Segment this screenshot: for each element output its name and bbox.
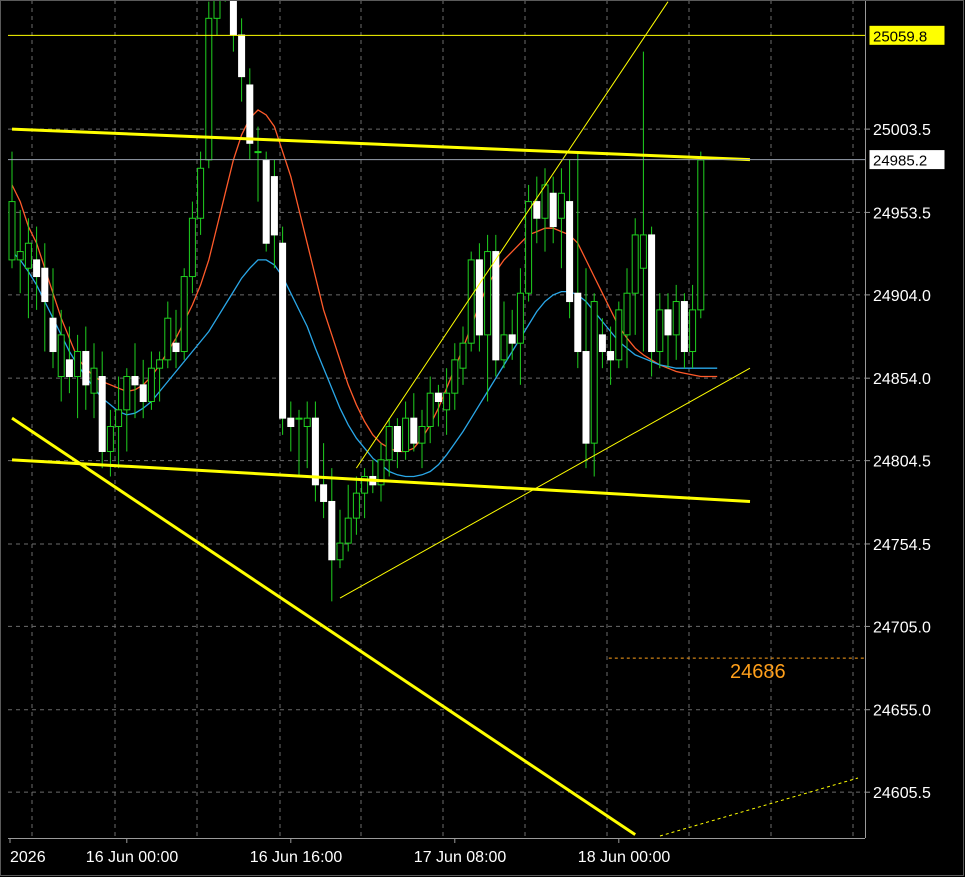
candle-body-8 — [74, 351, 82, 378]
candle-body-35 — [295, 417, 303, 420]
candle-body-48 — [402, 417, 410, 452]
candle-body-60 — [500, 334, 508, 361]
candle-body-17 — [147, 367, 155, 403]
candle-body-70 — [582, 351, 590, 444]
candle-body-23 — [197, 167, 205, 219]
candle-body-27 — [229, 0, 237, 36]
annotation-label: 24686 — [730, 661, 786, 683]
candle-body-12 — [106, 425, 114, 452]
candle-body-73 — [607, 351, 615, 361]
candle-body-39 — [328, 500, 336, 561]
candle-body-41 — [344, 517, 352, 544]
time-tick-label: 18 Jun 00:00 — [578, 849, 671, 866]
candle-body-63 — [525, 201, 533, 294]
candle-body-36 — [303, 417, 311, 427]
candle-body-84 — [697, 159, 705, 311]
price-tick-label: 24605.5 — [873, 785, 931, 802]
price-tick-label: 25003.5 — [873, 122, 931, 139]
price-tick-label: 24854.0 — [873, 371, 931, 388]
candle-body-28 — [238, 34, 246, 78]
candle-body-53 — [443, 392, 451, 411]
candle-body-16 — [139, 384, 147, 403]
candle-body-58 — [484, 251, 492, 336]
candle-body-32 — [270, 176, 278, 236]
candle-body-81 — [672, 301, 680, 336]
candle-body-9 — [82, 351, 90, 386]
chart-background — [0, 0, 965, 877]
candle-body-6 — [57, 334, 65, 378]
candle-body-15 — [131, 376, 139, 386]
price-tag-label: 24985.2 — [873, 153, 927, 170]
candle-body-40 — [336, 542, 344, 561]
candle-body-59 — [492, 251, 500, 361]
candle-body-67 — [557, 192, 565, 219]
candle-body-49 — [410, 417, 418, 444]
time-tick-label: 2026 — [10, 849, 46, 866]
time-tick-label: 16 Jun 00:00 — [86, 849, 179, 866]
candle-body-2 — [24, 242, 32, 269]
candle-body-30 — [254, 151, 262, 154]
candle-body-13 — [115, 409, 123, 427]
candle-body-83 — [689, 309, 697, 353]
candle-body-1 — [16, 251, 24, 261]
candle-body-80 — [664, 309, 672, 336]
candle-body-75 — [623, 292, 631, 336]
candle-body-46 — [385, 425, 393, 461]
candle-body-55 — [459, 342, 467, 369]
candle-body-62 — [516, 292, 524, 344]
candle-body-66 — [549, 192, 557, 228]
price-tick-label: 24804.5 — [873, 454, 931, 471]
candle-body-78 — [648, 234, 656, 353]
time-tick-label: 16 Jun 16:00 — [250, 849, 343, 866]
candle-body-51 — [426, 392, 434, 427]
candle-body-82 — [680, 301, 688, 353]
candle-body-54 — [451, 359, 459, 394]
candle-body-21 — [180, 276, 188, 353]
candle-body-65 — [541, 184, 549, 219]
candle-body-79 — [656, 309, 664, 353]
candle-body-52 — [434, 392, 442, 403]
candle-body-72 — [598, 334, 606, 353]
candle-body-5 — [49, 317, 57, 353]
candle-body-34 — [287, 417, 295, 427]
price-tick-label: 24655.0 — [873, 703, 931, 720]
price-tick-label: 24904.0 — [873, 288, 931, 305]
candle-body-37 — [311, 417, 319, 486]
candle-body-29 — [246, 84, 254, 144]
candle-body-56 — [467, 259, 475, 344]
time-tick-label: 17 Jun 08:00 — [414, 849, 507, 866]
candle-body-18 — [156, 359, 164, 369]
price-tick-label: 24953.5 — [873, 205, 931, 222]
candle-body-42 — [352, 492, 360, 519]
candle-body-68 — [566, 201, 574, 303]
candle-body-71 — [590, 301, 598, 444]
price-tick-label: 24754.5 — [873, 537, 931, 554]
candle-body-64 — [533, 201, 541, 219]
candle-body-31 — [262, 159, 270, 244]
candle-body-33 — [279, 242, 287, 419]
candle-body-4 — [41, 267, 49, 303]
candle-body-14 — [123, 376, 131, 411]
candle-body-76 — [631, 234, 639, 294]
candle-body-0 — [8, 201, 16, 261]
candle-body-57 — [475, 259, 483, 336]
candle-body-77 — [639, 234, 647, 269]
candle-body-74 — [615, 309, 623, 361]
candle-body-61 — [508, 334, 516, 344]
candle-body-10 — [90, 367, 98, 394]
candle-body-3 — [33, 259, 41, 278]
candle-body-11 — [98, 376, 106, 452]
candle-body-38 — [320, 484, 328, 502]
candle-body-7 — [65, 359, 73, 378]
candle-body-69 — [574, 292, 582, 353]
candle-body-50 — [418, 425, 426, 444]
price-tag-label: 25059.8 — [873, 28, 927, 45]
candlestick-chart: 25003.5 24953.5 24904.0 24854.0 24804.5 24754… — [0, 0, 965, 877]
candle-body-20 — [172, 342, 180, 353]
candle-body-19 — [164, 317, 172, 361]
candle-body-25 — [213, 0, 221, 19]
candle-body-22 — [188, 217, 196, 278]
candle-body-47 — [393, 425, 401, 452]
price-tick-label: 24705.0 — [873, 619, 931, 636]
